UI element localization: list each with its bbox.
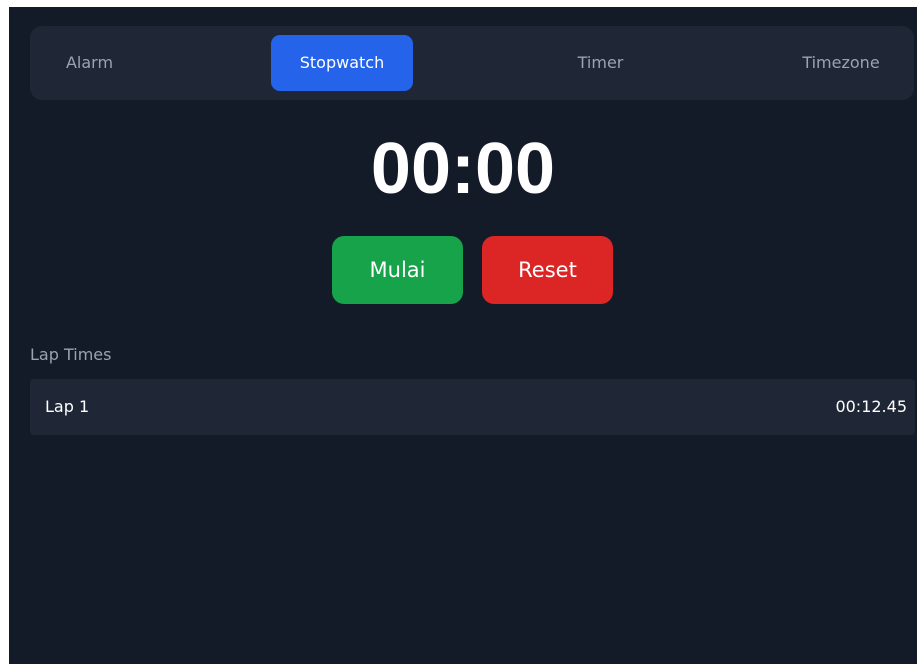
lap-row: Lap 1 00:12.45 — [30, 379, 915, 435]
stopwatch-app: Alarm Stopwatch Timer Timezone 00:00 Mul… — [9, 7, 917, 664]
tab-stopwatch[interactable]: Stopwatch — [271, 35, 413, 91]
tab-bar: Alarm Stopwatch Timer Timezone — [30, 26, 914, 100]
reset-button[interactable]: Reset — [482, 236, 613, 304]
tab-timezone[interactable]: Timezone — [781, 35, 901, 91]
lap-list: Lap 1 00:12.45 — [30, 379, 915, 435]
tab-alarm[interactable]: Alarm — [39, 35, 140, 91]
stopwatch-display: 00:00 — [370, 129, 556, 209]
tab-timer[interactable]: Timer — [530, 35, 671, 91]
lap-times-heading: Lap Times — [30, 345, 112, 364]
lap-time: 00:12.45 — [835, 397, 907, 416]
lap-name: Lap 1 — [45, 397, 90, 416]
start-button[interactable]: Mulai — [332, 236, 463, 304]
